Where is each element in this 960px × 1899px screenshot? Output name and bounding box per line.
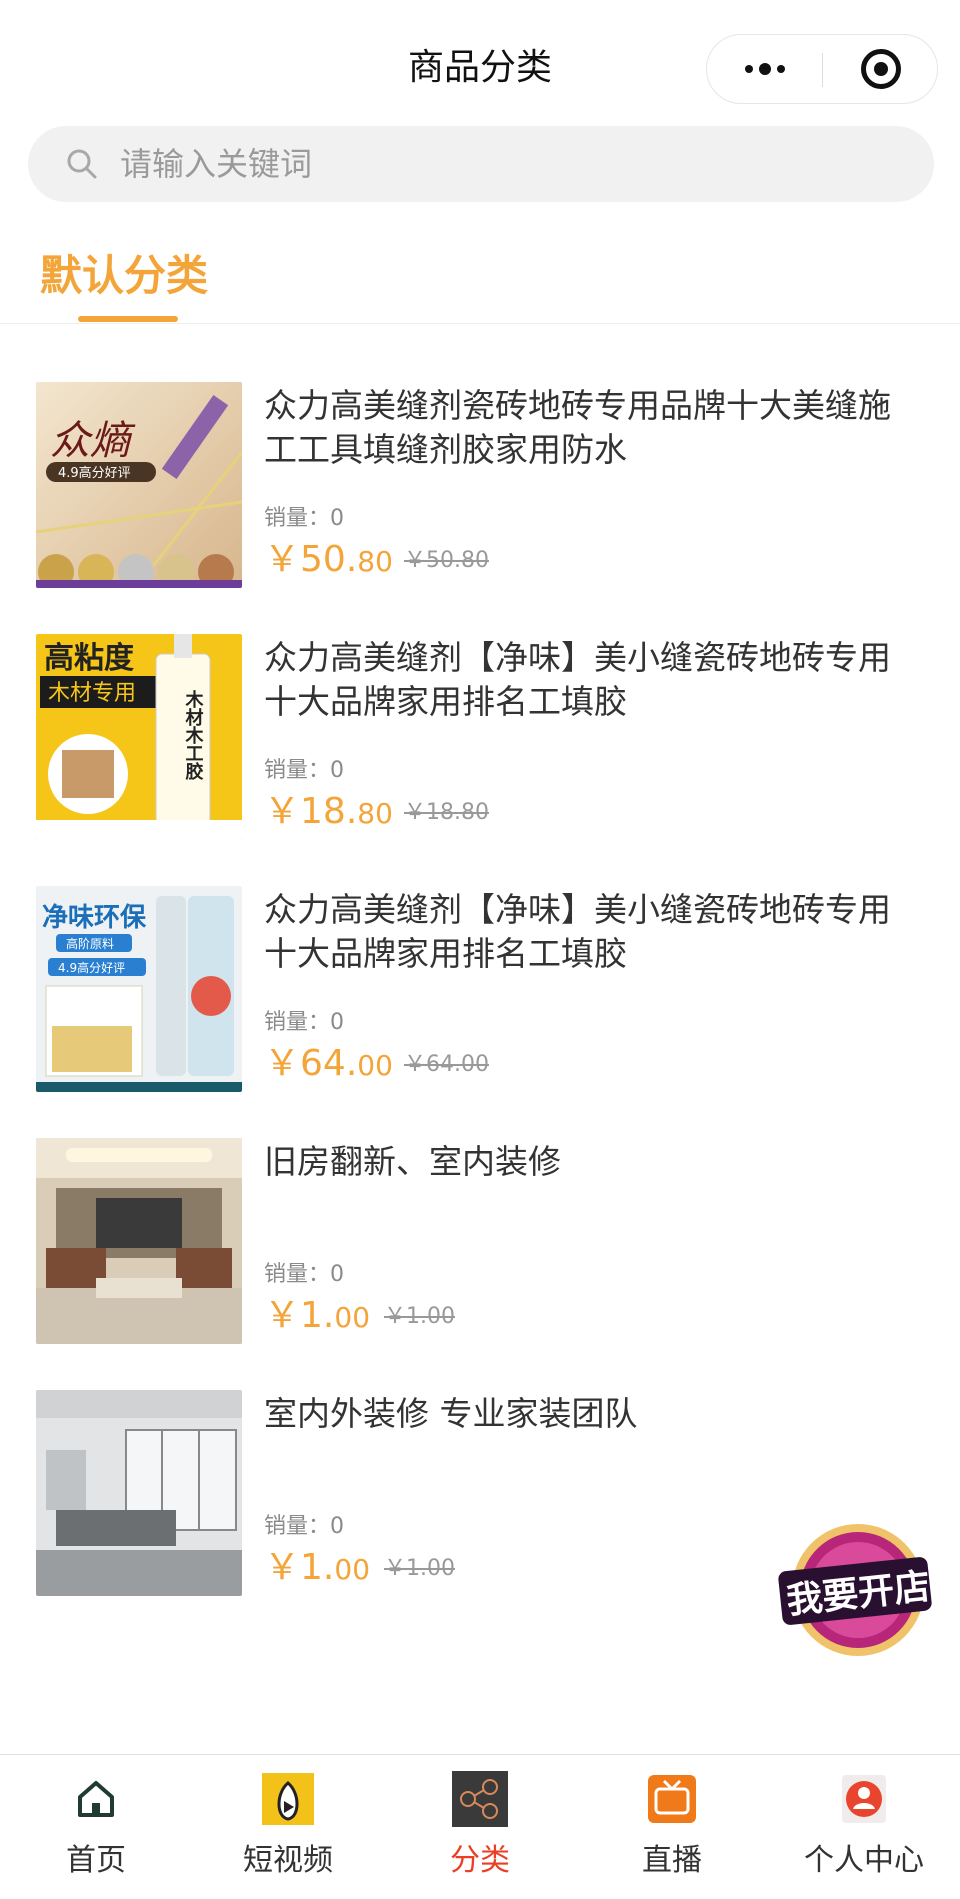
product-title: 众力高美缝剂【净味】美小缝瓷砖地砖专用十大品牌家用排名工填胶 <box>264 638 891 721</box>
tab-label: 直播 <box>642 1843 702 1878</box>
live-tv-icon <box>648 1775 696 1823</box>
search-bar[interactable] <box>28 126 934 202</box>
svg-text:高粘度: 高粘度 <box>44 641 134 676</box>
product-title: 室内外装修 专业家装团队 <box>264 1394 638 1433</box>
svg-text:净味环保: 净味环保 <box>42 903 147 933</box>
original-price: ￥18.80 <box>404 800 489 825</box>
sales-count: 销量：0 <box>264 758 344 783</box>
product-thumbnail <box>36 1390 242 1596</box>
product-thumbnail: 净味环保 高阶原料 4.9高分好评 <box>36 886 242 1092</box>
close-mini-program-button[interactable] <box>861 49 901 89</box>
product-price: ￥18.80 <box>264 791 393 832</box>
original-price: ￥1.00 <box>384 1556 455 1581</box>
original-price: ￥50.80 <box>404 548 489 573</box>
product-title: 众力高美缝剂【净味】美小缝瓷砖地砖专用十大品牌家用排名工填胶 <box>264 890 891 973</box>
svg-text:高阶原料: 高阶原料 <box>66 936 114 951</box>
product-item[interactable]: 净味环保 高阶原料 4.9高分好评 众力高美缝剂【净味】美小缝瓷砖地砖专用十大品… <box>0 874 960 1094</box>
product-price: ￥1.00 <box>264 1295 371 1336</box>
tab-active-indicator <box>78 316 178 322</box>
sales-count: 销量：0 <box>264 1262 344 1287</box>
svg-text:木材木工胶: 木材木工胶 <box>183 689 205 781</box>
product-price: ￥1.00 <box>264 1547 371 1588</box>
tab-live[interactable]: 直播 <box>576 1755 768 1878</box>
product-item[interactable]: 众熵 4.9高分好评 众力高美缝剂瓷砖地砖专用品牌十大美缝施工工具填缝剂胶家用防… <box>0 370 960 590</box>
tab-label: 分类 <box>450 1843 510 1878</box>
mini-program-capsule <box>706 34 938 104</box>
tab-short-video[interactable]: 短视频 <box>192 1755 384 1878</box>
product-item[interactable]: 旧房翻新、室内装修 销量：0 ￥1.00 ￥1.00 <box>0 1126 960 1346</box>
svg-text:众熵: 众熵 <box>50 418 136 464</box>
tab-home[interactable]: 首页 <box>0 1755 192 1878</box>
tab-label: 首页 <box>66 1843 126 1878</box>
product-item[interactable]: 高粘度 木材专用 木材木工胶 众力高美缝剂【净味】美小缝瓷砖地砖专用十大品牌家用… <box>0 622 960 842</box>
tab-label: 短视频 <box>243 1843 333 1878</box>
navigation-bar: 商品分类 <box>0 0 960 128</box>
svg-text:4.9高分好评: 4.9高分好评 <box>58 465 131 481</box>
capsule-divider <box>822 53 823 87</box>
category-tabs: 默认分类 <box>0 230 960 324</box>
bottom-tab-bar: 首页 短视频 分类 直播 个人中心 <box>0 1754 960 1899</box>
search-icon <box>67 149 97 179</box>
svg-text:4.9高分好评: 4.9高分好评 <box>58 960 125 975</box>
product-title: 旧房翻新、室内装修 <box>264 1142 561 1181</box>
tab-default-category[interactable]: 默认分类 <box>40 242 208 303</box>
short-video-icon <box>262 1773 314 1825</box>
search-input[interactable] <box>120 126 900 202</box>
tab-user-center[interactable]: 个人中心 <box>768 1755 960 1878</box>
more-menu-button[interactable] <box>707 35 822 103</box>
home-icon <box>78 1781 114 1817</box>
open-store-badge[interactable]: 我要开店 <box>774 1510 936 1668</box>
sales-count: 销量：0 <box>264 1514 344 1539</box>
original-price: ￥64.00 <box>404 1052 489 1077</box>
product-price: ￥64.00 <box>264 1043 393 1084</box>
tab-category[interactable]: 分类 <box>384 1755 576 1878</box>
product-thumbnail <box>36 1138 242 1344</box>
product-thumbnail: 众熵 4.9高分好评 <box>36 382 242 588</box>
original-price: ￥1.00 <box>384 1304 455 1329</box>
sales-count: 销量：0 <box>264 1010 344 1035</box>
product-price: ￥50.80 <box>264 539 393 580</box>
tab-label: 个人中心 <box>804 1843 924 1878</box>
product-title: 众力高美缝剂瓷砖地砖专用品牌十大美缝施工工具填缝剂胶家用防水 <box>264 386 891 469</box>
sales-count: 销量：0 <box>264 506 344 531</box>
category-icon <box>452 1771 508 1827</box>
svg-text:木材专用: 木材专用 <box>48 681 136 706</box>
product-thumbnail: 高粘度 木材专用 木材木工胶 <box>36 634 242 840</box>
user-center-icon <box>842 1775 886 1823</box>
